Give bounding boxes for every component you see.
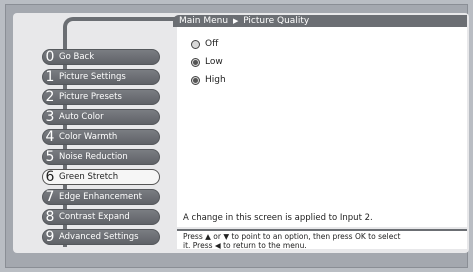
option-low[interactable]: Low [191, 57, 223, 67]
menu-number: 7 [45, 189, 55, 205]
menu-number: 0 [45, 49, 55, 65]
menu-number: 2 [45, 89, 55, 105]
menu-label: Go Back [59, 52, 95, 62]
breadcrumb-current: Picture Quality [243, 16, 310, 26]
menu-number: 8 [45, 209, 55, 225]
menu-label: Contrast Expand [59, 212, 130, 222]
menu-label: Edge Enhancement [59, 192, 142, 202]
options-panel: Off Low High A change in this screen is … [177, 27, 467, 227]
menu-item-color-warmth[interactable]: 4 Color Warmth [42, 129, 160, 145]
menu-number: 4 [45, 129, 55, 145]
menu-label: Green Stretch [59, 172, 119, 182]
menu-number: 1 [45, 69, 55, 85]
option-label-low: Low [205, 57, 223, 67]
menu-item-picture-settings[interactable]: 1 Picture Settings [42, 69, 160, 85]
radio-icon-off[interactable] [191, 39, 200, 49]
breadcrumb: Main Menu ▶ Picture Quality [173, 15, 467, 27]
menu-item-edge-enhancement[interactable]: 7 Edge Enhancement [42, 189, 160, 205]
menu-item-green-stretch[interactable]: 6 Green Stretch [42, 169, 160, 185]
help-line-2: it. Press ◀ to return to the menu. [183, 241, 307, 250]
menu-number: 6 [45, 169, 55, 185]
menu-label: Advanced Settings [59, 232, 139, 242]
breadcrumb-separator-icon: ▶ [232, 17, 239, 25]
menu-item-noise-reduction[interactable]: 5 Noise Reduction [42, 149, 160, 165]
option-off[interactable]: Off [191, 39, 218, 49]
radio-icon-high[interactable] [191, 75, 200, 85]
input-note: A change in this screen is applied to In… [183, 213, 373, 223]
menu-item-contrast-expand[interactable]: 8 Contrast Expand [42, 209, 160, 225]
menu-label: Auto Color [59, 112, 104, 122]
menu-number: 3 [45, 109, 55, 125]
option-label-high: High [205, 75, 226, 85]
menu-item-auto-color[interactable]: 3 Auto Color [42, 109, 160, 125]
menu-item-picture-presets[interactable]: 2 Picture Presets [42, 89, 160, 105]
menu-number: 5 [45, 149, 55, 165]
menu-number: 9 [45, 229, 55, 245]
option-label-off: Off [205, 39, 219, 49]
option-high[interactable]: High [191, 75, 226, 85]
menu-label: Picture Presets [59, 92, 122, 102]
breadcrumb-root: Main Menu [179, 16, 229, 26]
menu-item-advanced-settings[interactable]: 9 Advanced Settings [42, 229, 160, 245]
menu-label: Picture Settings [59, 72, 126, 82]
help-line-1: Press ▲ or ▼ to point to an option, then… [183, 232, 401, 241]
tv-menu-frame: Main Menu ▶ Picture Quality Off Low High… [5, 4, 469, 268]
menu-item-go-back[interactable]: 0 Go Back [42, 49, 160, 65]
menu-label: Noise Reduction [59, 152, 128, 162]
help-text: Press ▲ or ▼ to point to an option, then… [177, 229, 467, 250]
menu-label: Color Warmth [59, 132, 118, 142]
radio-icon-low[interactable] [191, 57, 200, 67]
